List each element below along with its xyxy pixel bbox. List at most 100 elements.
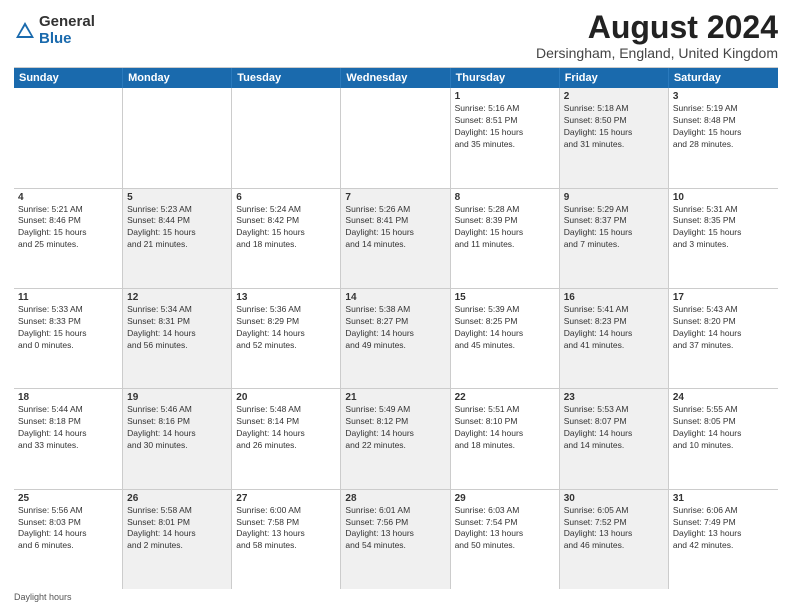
- cal-cell-31: 31Sunrise: 6:06 AMSunset: 7:49 PMDayligh…: [669, 490, 778, 589]
- day-number: 1: [455, 91, 555, 102]
- cal-cell-text: Daylight: 15 hours: [455, 227, 555, 239]
- cal-cell-text: Sunset: 8:48 PM: [673, 115, 774, 127]
- day-number: 6: [236, 192, 336, 203]
- cal-cell-text: and 42 minutes.: [673, 540, 774, 552]
- cal-cell-text: Sunrise: 5:39 AM: [455, 304, 555, 316]
- cal-cell-text: Daylight: 15 hours: [18, 328, 118, 340]
- cal-cell-text: Sunset: 8:12 PM: [345, 416, 445, 428]
- cal-cell-text: Sunset: 8:51 PM: [455, 115, 555, 127]
- cal-cell-text: Daylight: 14 hours: [127, 528, 227, 540]
- cal-cell-text: Sunrise: 5:24 AM: [236, 204, 336, 216]
- cal-cell-text: Sunset: 8:05 PM: [673, 416, 774, 428]
- cal-cell-text: Sunrise: 5:56 AM: [18, 505, 118, 517]
- cal-cell-text: Sunrise: 5:38 AM: [345, 304, 445, 316]
- cal-cell-text: Daylight: 14 hours: [564, 428, 664, 440]
- cal-cell-text: and 22 minutes.: [345, 440, 445, 452]
- day-number: 22: [455, 392, 555, 403]
- cal-cell-text: Sunrise: 5:33 AM: [18, 304, 118, 316]
- cal-cell-text: Daylight: 14 hours: [455, 328, 555, 340]
- cal-cell-text: Daylight: 14 hours: [455, 428, 555, 440]
- logo-text: General Blue: [39, 14, 95, 47]
- cal-cell-text: Sunrise: 5:44 AM: [18, 404, 118, 416]
- calendar: SundayMondayTuesdayWednesdayThursdayFrid…: [14, 67, 778, 589]
- cal-cell-text: and 54 minutes.: [345, 540, 445, 552]
- cal-cell-text: Sunset: 8:39 PM: [455, 215, 555, 227]
- day-number: 3: [673, 91, 774, 102]
- cal-cell-text: Daylight: 14 hours: [18, 528, 118, 540]
- day-number: 19: [127, 392, 227, 403]
- cal-cell-text: and 37 minutes.: [673, 340, 774, 352]
- cal-cell-text: Sunrise: 5:31 AM: [673, 204, 774, 216]
- cal-header-tuesday: Tuesday: [232, 68, 341, 88]
- cal-cell-empty-0-2: [232, 88, 341, 187]
- cal-cell-text: Sunrise: 5:29 AM: [564, 204, 664, 216]
- cal-cell-text: Sunrise: 5:41 AM: [564, 304, 664, 316]
- cal-cell-text: and 58 minutes.: [236, 540, 336, 552]
- cal-cell-13: 13Sunrise: 5:36 AMSunset: 8:29 PMDayligh…: [232, 289, 341, 388]
- calendar-header-row: SundayMondayTuesdayWednesdayThursdayFrid…: [14, 68, 778, 88]
- cal-row-2: 11Sunrise: 5:33 AMSunset: 8:33 PMDayligh…: [14, 289, 778, 389]
- cal-cell-text: Daylight: 13 hours: [455, 528, 555, 540]
- cal-cell-text: Sunset: 8:10 PM: [455, 416, 555, 428]
- cal-cell-text: Daylight: 13 hours: [564, 528, 664, 540]
- logo: General Blue: [14, 14, 95, 47]
- cal-cell-text: Sunset: 8:16 PM: [127, 416, 227, 428]
- cal-cell-15: 15Sunrise: 5:39 AMSunset: 8:25 PMDayligh…: [451, 289, 560, 388]
- cal-cell-text: Sunset: 8:07 PM: [564, 416, 664, 428]
- cal-cell-text: Daylight: 15 hours: [564, 227, 664, 239]
- cal-cell-text: Daylight: 14 hours: [18, 428, 118, 440]
- cal-cell-text: Sunrise: 5:55 AM: [673, 404, 774, 416]
- cal-header-saturday: Saturday: [669, 68, 778, 88]
- cal-cell-text: and 35 minutes.: [455, 139, 555, 151]
- cal-cell-text: and 10 minutes.: [673, 440, 774, 452]
- cal-cell-23: 23Sunrise: 5:53 AMSunset: 8:07 PMDayligh…: [560, 389, 669, 488]
- cal-cell-25: 25Sunrise: 5:56 AMSunset: 8:03 PMDayligh…: [14, 490, 123, 589]
- cal-header-sunday: Sunday: [14, 68, 123, 88]
- cal-cell-text: Sunset: 8:33 PM: [18, 316, 118, 328]
- cal-cell-text: Daylight: 13 hours: [236, 528, 336, 540]
- cal-cell-text: Sunrise: 5:51 AM: [455, 404, 555, 416]
- cal-cell-21: 21Sunrise: 5:49 AMSunset: 8:12 PMDayligh…: [341, 389, 450, 488]
- cal-row-0: 1Sunrise: 5:16 AMSunset: 8:51 PMDaylight…: [14, 88, 778, 188]
- cal-cell-text: Sunset: 8:20 PM: [673, 316, 774, 328]
- day-number: 30: [564, 493, 664, 504]
- cal-cell-text: Sunset: 8:18 PM: [18, 416, 118, 428]
- cal-cell-text: and 49 minutes.: [345, 340, 445, 352]
- cal-cell-18: 18Sunrise: 5:44 AMSunset: 8:18 PMDayligh…: [14, 389, 123, 488]
- day-number: 29: [455, 493, 555, 504]
- cal-cell-text: Sunset: 7:56 PM: [345, 517, 445, 529]
- logo-general: General: [39, 14, 95, 31]
- cal-cell-5: 5Sunrise: 5:23 AMSunset: 8:44 PMDaylight…: [123, 189, 232, 288]
- cal-cell-28: 28Sunrise: 6:01 AMSunset: 7:56 PMDayligh…: [341, 490, 450, 589]
- cal-cell-text: Daylight: 14 hours: [345, 428, 445, 440]
- cal-cell-text: Sunset: 8:37 PM: [564, 215, 664, 227]
- cal-cell-text: and 50 minutes.: [455, 540, 555, 552]
- cal-cell-text: Sunrise: 5:48 AM: [236, 404, 336, 416]
- day-number: 31: [673, 493, 774, 504]
- cal-cell-text: and 18 minutes.: [455, 440, 555, 452]
- cal-cell-30: 30Sunrise: 6:05 AMSunset: 7:52 PMDayligh…: [560, 490, 669, 589]
- cal-cell-text: Sunrise: 5:58 AM: [127, 505, 227, 517]
- cal-header-monday: Monday: [123, 68, 232, 88]
- cal-cell-text: Sunrise: 5:43 AM: [673, 304, 774, 316]
- day-number: 9: [564, 192, 664, 203]
- cal-cell-text: and 18 minutes.: [236, 239, 336, 251]
- cal-cell-7: 7Sunrise: 5:26 AMSunset: 8:41 PMDaylight…: [341, 189, 450, 288]
- cal-cell-29: 29Sunrise: 6:03 AMSunset: 7:54 PMDayligh…: [451, 490, 560, 589]
- cal-cell-text: and 28 minutes.: [673, 139, 774, 151]
- cal-cell-text: Sunset: 8:27 PM: [345, 316, 445, 328]
- daylight-label: Daylight hours: [14, 592, 72, 602]
- cal-cell-text: and 33 minutes.: [18, 440, 118, 452]
- cal-cell-text: and 14 minutes.: [345, 239, 445, 251]
- cal-cell-text: and 2 minutes.: [127, 540, 227, 552]
- cal-row-1: 4Sunrise: 5:21 AMSunset: 8:46 PMDaylight…: [14, 189, 778, 289]
- cal-cell-text: and 26 minutes.: [236, 440, 336, 452]
- cal-cell-text: and 30 minutes.: [127, 440, 227, 452]
- cal-cell-26: 26Sunrise: 5:58 AMSunset: 8:01 PMDayligh…: [123, 490, 232, 589]
- cal-cell-text: Sunset: 8:31 PM: [127, 316, 227, 328]
- day-number: 21: [345, 392, 445, 403]
- day-number: 24: [673, 392, 774, 403]
- cal-cell-empty-0-3: [341, 88, 450, 187]
- cal-cell-text: and 31 minutes.: [564, 139, 664, 151]
- cal-cell-text: Sunset: 8:01 PM: [127, 517, 227, 529]
